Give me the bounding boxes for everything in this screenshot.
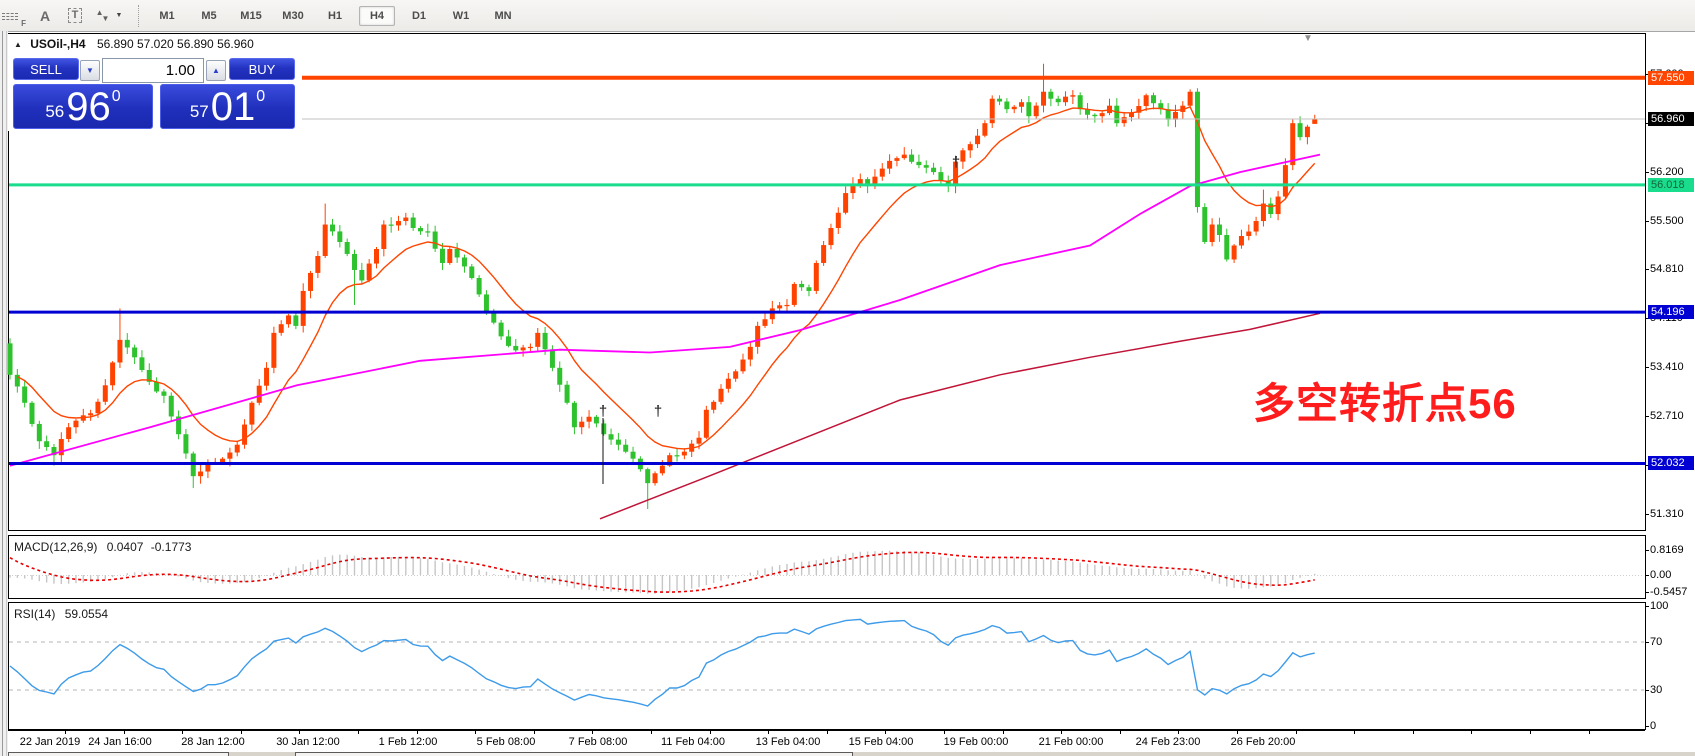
ohlc-readout: 56.890 57.020 56.890 56.960 — [97, 37, 254, 51]
rsi-line — [10, 619, 1315, 706]
price-axis-tick: 51.310 — [1650, 508, 1694, 521]
macd-axis-tick: -0.5457 — [1650, 586, 1694, 599]
date-axis-label: 28 Jan 12:00 — [181, 736, 245, 748]
one-click-trading-panel: ▲ USOil-,H4 56.890 57.020 56.890 56.960 … — [8, 34, 302, 131]
price-line-label: 52.032 — [1648, 456, 1694, 470]
date-axis-label: 13 Feb 04:00 — [756, 736, 821, 748]
volume-input[interactable] — [102, 58, 204, 83]
sell-button[interactable]: SELL — [13, 58, 79, 80]
bottom-panel-edge — [295, 752, 853, 756]
date-axis: 22 Jan 2019 24 Jan 16:00 28 Jan 12:00 30 Ja… — [8, 730, 1645, 753]
symbol-timeframe-label: USOil-,H4 — [30, 37, 85, 51]
date-axis-label: 15 Feb 04:00 — [849, 736, 914, 748]
dagger-marker: † — [952, 154, 960, 171]
price-axis-tick: 52.710 — [1650, 410, 1694, 423]
price-line-label: 54.196 — [1648, 305, 1694, 319]
date-axis-label: 7 Feb 08:00 — [569, 736, 628, 748]
buy-price-box[interactable]: 57 01 0 — [160, 84, 295, 129]
chart-text-annotation: 多空转折点56 — [1253, 370, 1517, 431]
buy-price-sup: 0 — [256, 88, 265, 106]
macd-axis-tick: 0.8169 — [1650, 544, 1694, 557]
price-axis-tick: 55.500 — [1650, 215, 1694, 228]
date-axis-label: 19 Feb 00:00 — [944, 736, 1009, 748]
date-axis-label: 30 Jan 12:00 — [276, 736, 340, 748]
price-line-label: 56.960 — [1648, 112, 1694, 126]
price-axis-tick: 54.810 — [1650, 263, 1694, 276]
bottom-panel-edge — [8, 752, 229, 756]
rsi-axis-tick: 100 — [1650, 600, 1694, 613]
dagger-marker: † — [599, 403, 607, 420]
buy-price-big: 01 — [211, 87, 256, 127]
price-line-label: 57.550 — [1648, 71, 1694, 85]
price-line-label: 56.018 — [1648, 178, 1694, 192]
date-axis-label: 5 Feb 08:00 — [477, 736, 536, 748]
sell-price-big: 96 — [66, 87, 111, 127]
rsi-axis-tick: 0 — [1650, 720, 1694, 733]
collapse-panel-icon[interactable]: ▲ — [14, 40, 22, 49]
price-axis-tick: 53.410 — [1650, 361, 1694, 374]
chart-shift-marker-icon: ▼ — [1303, 33, 1313, 44]
sell-price-sup: 0 — [112, 88, 121, 106]
dagger-marker: † — [654, 403, 662, 420]
chart-symbol-header: ▲ USOil-,H4 56.890 57.020 56.890 56.960 — [14, 37, 254, 51]
date-axis-label: 24 Feb 23:00 — [1136, 736, 1201, 748]
rsi-axis-tick: 30 — [1650, 684, 1694, 697]
bottom-window-strip — [8, 752, 1695, 756]
buy-price-small: 57 — [190, 102, 209, 122]
macd-histogram — [10, 551, 1315, 594]
price-axis: 57.60056.90056.20055.50054.81054.11053.4… — [1646, 33, 1695, 752]
date-axis-label: 21 Feb 00:00 — [1039, 736, 1104, 748]
macd-label: MACD(12,26,9) 0.0407 -0.1773 — [14, 540, 191, 554]
sell-price-box[interactable]: 56 96 0 — [13, 84, 153, 129]
date-axis-label: 1 Feb 12:00 — [379, 736, 438, 748]
macd-axis-tick: 0.00 — [1650, 569, 1694, 582]
volume-decrease-button[interactable]: ▼ — [80, 60, 100, 81]
date-axis-label: 24 Jan 16:00 — [88, 736, 152, 748]
mt4-window: F A T ▲ ▼ ▼ M1M5M15M30H1H4D1W1MN ††† 57.… — [0, 0, 1695, 756]
date-axis-label: 11 Feb 04:00 — [661, 736, 725, 748]
date-axis-label: 26 Feb 20:00 — [1231, 736, 1296, 748]
buy-button[interactable]: BUY — [229, 58, 295, 80]
sell-price-small: 56 — [45, 102, 64, 122]
volume-increase-button[interactable]: ▲ — [206, 60, 226, 81]
rsi-label: RSI(14) 59.0554 — [14, 607, 108, 621]
date-axis-label: 22 Jan 2019 — [20, 736, 81, 748]
rsi-axis-tick: 70 — [1650, 636, 1694, 649]
